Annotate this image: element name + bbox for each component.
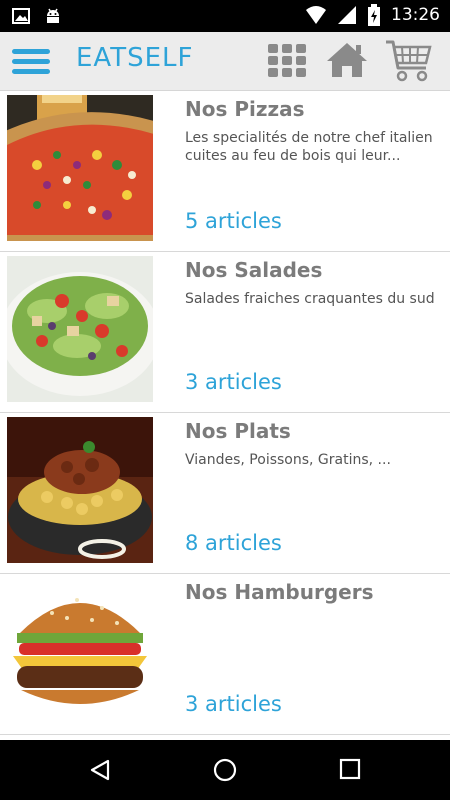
category-description: Viandes, Poissons, Gratins, ... <box>185 452 391 468</box>
status-time: 13:26 <box>391 5 440 25</box>
status-bar: 13:26 <box>0 0 450 32</box>
article-count: 3 articles <box>185 692 282 716</box>
list-item-hamburgers[interactable]: Nos Hamburgers 3 articles <box>0 574 450 735</box>
hamburger-image <box>7 578 153 724</box>
category-description: Salades fraiches craquantes du sud <box>185 291 435 307</box>
wifi-icon <box>306 6 326 24</box>
article-count: 5 articles <box>185 209 282 233</box>
home-icon[interactable] <box>325 41 369 79</box>
home-circle-icon[interactable] <box>213 758 237 782</box>
menu-icon[interactable] <box>12 46 50 76</box>
grid-icon[interactable] <box>268 44 308 78</box>
recents-icon[interactable] <box>339 758 361 780</box>
article-count: 8 articles <box>185 531 282 555</box>
list-item-salades[interactable]: Nos Salades Salades fraiches craquantes … <box>0 252 450 413</box>
category-title: Nos Salades <box>185 258 323 282</box>
pizza-image <box>7 95 153 241</box>
category-title: Nos Pizzas <box>185 97 305 121</box>
system-nav-bar <box>0 740 450 800</box>
signal-icon <box>338 6 356 24</box>
app-title: EATSELF <box>76 43 194 73</box>
image-icon <box>12 8 30 24</box>
cart-icon[interactable] <box>384 38 434 84</box>
battery-charging-icon <box>368 4 380 26</box>
pasta-image <box>7 417 153 563</box>
app-bar: EATSELF <box>0 32 450 91</box>
back-icon[interactable] <box>88 758 112 782</box>
list-item-plats[interactable]: Nos Plats Viandes, Poissons, Gratins, ..… <box>0 413 450 574</box>
salad-image <box>7 256 153 402</box>
list-item-pizzas[interactable]: Nos Pizzas Les specialités de notre chef… <box>0 91 450 252</box>
category-description: Les specialités de notre chef italien cu… <box>185 130 433 164</box>
android-icon <box>47 8 59 23</box>
category-title: Nos Hamburgers <box>185 580 374 604</box>
category-title: Nos Plats <box>185 419 291 443</box>
article-count: 3 articles <box>185 370 282 394</box>
